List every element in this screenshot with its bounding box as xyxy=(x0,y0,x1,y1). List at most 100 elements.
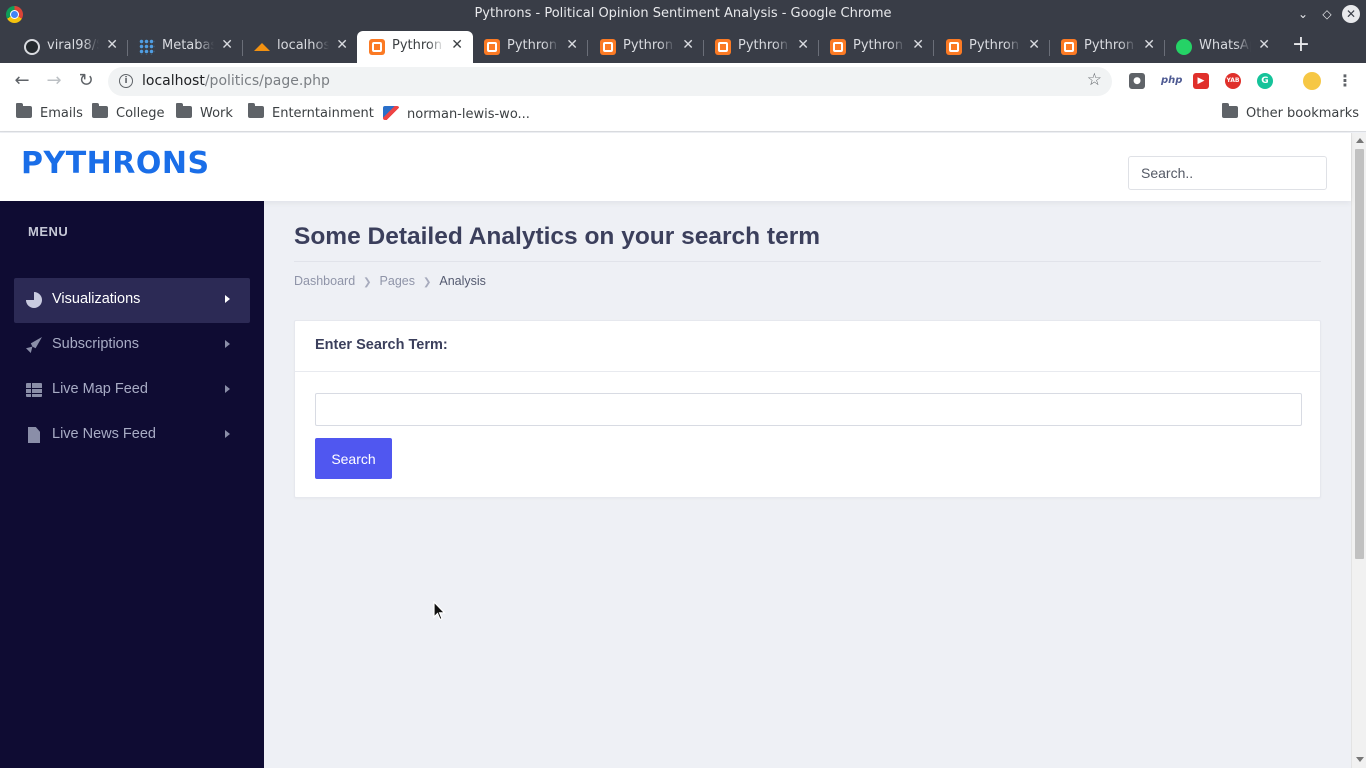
card-title: Enter Search Term: xyxy=(315,337,448,353)
folder-icon xyxy=(176,103,192,118)
search-button[interactable]: Search xyxy=(315,438,392,479)
site-header: PYTHRONS xyxy=(0,133,1351,201)
close-tab-icon[interactable]: ✕ xyxy=(106,37,118,53)
tab-metabase[interactable]: Metabas ✕ xyxy=(127,31,243,63)
phpmyadmin-icon xyxy=(254,43,270,51)
close-tab-icon[interactable]: ✕ xyxy=(912,37,924,53)
brand-logo[interactable]: PYTHRONS xyxy=(21,146,210,181)
close-tab-icon[interactable]: ✕ xyxy=(1028,37,1040,53)
tab-label: Metabas xyxy=(162,38,214,53)
close-window-icon[interactable]: ✕ xyxy=(1342,5,1360,23)
minimize-icon[interactable]: ⌄ xyxy=(1294,5,1312,23)
back-arrow-icon[interactable]: ← xyxy=(10,69,34,93)
extension-yab-icon[interactable]: YAB xyxy=(1225,73,1241,89)
url-text[interactable]: localhost/politics/page.php xyxy=(142,73,330,89)
scroll-up-arrow-icon[interactable] xyxy=(1356,138,1364,143)
caret-right-icon xyxy=(225,295,230,303)
tab-pythrons[interactable]: Pythron ✕ xyxy=(588,31,704,63)
browser-toolbar: ← → ↻ i localhost/politics/page.php ☆ ● … xyxy=(0,63,1366,99)
tab-label: Pythron xyxy=(392,38,443,53)
tab-pythrons[interactable]: Pythron ✕ xyxy=(472,31,588,63)
tab-pythrons[interactable]: Pythron ✕ xyxy=(703,31,819,63)
tab-whatsapp[interactable]: WhatsAp ✕ xyxy=(1164,31,1280,63)
bookmark-label: Enterntainment xyxy=(272,106,374,121)
tab-label: Pythron xyxy=(1084,38,1135,53)
forward-arrow-icon[interactable]: → xyxy=(42,69,66,93)
tab-pythrons-active[interactable]: Pythron ✕ xyxy=(357,31,473,63)
sidebar-item-live-news-feed[interactable]: Live News Feed xyxy=(14,413,250,458)
chevron-right-icon: ❯ xyxy=(423,277,432,288)
bookmark-label: College xyxy=(116,106,165,121)
new-tab-button[interactable]: + xyxy=(1290,34,1312,57)
scroll-thumb[interactable] xyxy=(1355,149,1364,559)
github-icon xyxy=(24,39,40,55)
site-info-icon[interactable]: i xyxy=(119,74,133,88)
tab-label: Pythron xyxy=(623,38,674,53)
tab-pythrons[interactable]: Pythron ✕ xyxy=(1049,31,1165,63)
sidebar-item-live-map-feed[interactable]: Live Map Feed xyxy=(14,368,250,413)
xampp-icon xyxy=(600,39,616,55)
bookmark-other[interactable]: Other bookmarks xyxy=(1222,103,1359,124)
extension-php-icon[interactable]: php xyxy=(1161,73,1182,89)
bookmark-enterntainment[interactable]: Enterntainment xyxy=(248,103,374,124)
search-term-card: Enter Search Term: Search xyxy=(294,320,1321,498)
card-header: Enter Search Term: xyxy=(295,321,1320,372)
url-host: localhost xyxy=(142,73,205,89)
tab-label: Pythron xyxy=(969,38,1020,53)
scroll-down-arrow-icon[interactable] xyxy=(1356,757,1364,762)
web-page: PYTHRONS MENU Visualizations Subscriptio… xyxy=(0,133,1366,768)
close-tab-icon[interactable]: ✕ xyxy=(566,37,578,53)
folder-icon xyxy=(92,103,108,118)
sidebar-item-label: Subscriptions xyxy=(52,336,140,352)
xampp-icon xyxy=(715,39,731,55)
breadcrumb-pages[interactable]: Pages xyxy=(380,274,415,288)
caret-right-icon xyxy=(225,430,230,438)
profile-avatar-icon[interactable] xyxy=(1303,72,1321,90)
tab-phpmyadmin[interactable]: localhost ✕ xyxy=(242,31,358,63)
sidebar-item-visualizations[interactable]: Visualizations xyxy=(14,278,250,323)
pie-chart-icon xyxy=(26,292,42,308)
xampp-icon xyxy=(484,39,500,55)
extension-grammarly-icon[interactable]: G xyxy=(1257,73,1273,89)
close-tab-icon[interactable]: ✕ xyxy=(451,37,463,53)
page-scrollbar[interactable] xyxy=(1351,133,1366,768)
tab-label: localhost xyxy=(277,38,329,53)
xampp-icon xyxy=(830,39,846,55)
chrome-menu-icon[interactable]: ⋮ xyxy=(1337,71,1353,90)
bookmark-star-icon[interactable]: ☆ xyxy=(1087,70,1102,90)
bookmark-norman-lewis[interactable]: norman-lewis-wo... xyxy=(383,106,530,124)
close-tab-icon[interactable]: ✕ xyxy=(682,37,694,53)
header-search-input[interactable] xyxy=(1128,156,1327,190)
close-tab-icon[interactable]: ✕ xyxy=(1143,37,1155,53)
extension-lightbulb-icon[interactable]: ● xyxy=(1129,73,1145,89)
main-content: Some Detailed Analytics on your search t… xyxy=(264,201,1351,768)
tab-github[interactable]: viral98/S ✕ xyxy=(12,31,128,63)
divider xyxy=(294,261,1321,262)
caret-right-icon xyxy=(225,340,230,348)
close-tab-icon[interactable]: ✕ xyxy=(797,37,809,53)
tab-label: Pythron xyxy=(507,38,558,53)
reload-icon[interactable]: ↻ xyxy=(74,69,98,93)
bookmark-college[interactable]: College xyxy=(92,103,165,124)
tab-pythrons[interactable]: Pythron ✕ xyxy=(818,31,934,63)
metabase-icon xyxy=(139,39,155,55)
close-tab-icon[interactable]: ✕ xyxy=(221,37,233,53)
sidebar: MENU Visualizations Subscriptions Live M… xyxy=(0,201,264,768)
search-term-input[interactable] xyxy=(315,393,1302,426)
extension-play-icon[interactable]: ▶ xyxy=(1193,73,1209,89)
close-tab-icon[interactable]: ✕ xyxy=(336,37,348,53)
bookmarks-bar: Emails College Work Enterntainment norma… xyxy=(0,99,1366,132)
breadcrumb-dashboard[interactable]: Dashboard xyxy=(294,274,355,288)
bookmark-emails[interactable]: Emails xyxy=(16,103,83,124)
tab-strip: viral98/S ✕ Metabas ✕ localhost ✕ Pythro… xyxy=(0,29,1366,63)
sidebar-item-subscriptions[interactable]: Subscriptions xyxy=(14,323,250,368)
close-tab-icon[interactable]: ✕ xyxy=(1258,37,1270,53)
tab-pythrons[interactable]: Pythron ✕ xyxy=(934,31,1050,63)
maximize-icon[interactable]: ◇ xyxy=(1318,5,1336,23)
url-path: /politics/page.php xyxy=(204,73,330,89)
address-bar[interactable]: i localhost/politics/page.php ☆ xyxy=(108,67,1112,96)
bookmark-work[interactable]: Work xyxy=(176,103,233,124)
xampp-icon xyxy=(369,39,385,55)
bookmark-label: Work xyxy=(200,106,233,121)
xampp-icon xyxy=(1061,39,1077,55)
